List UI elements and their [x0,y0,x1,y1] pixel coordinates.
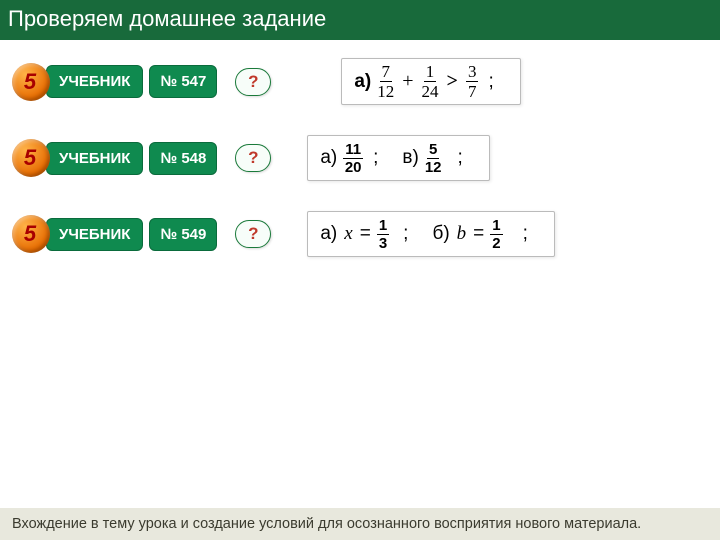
semicolon: ; [458,147,463,169]
task-number-chip: № 549 [149,218,217,251]
fraction: 124 [422,63,439,100]
hint-button[interactable]: ? [235,68,271,96]
semicolon: ; [488,71,493,93]
task-row: УЧЕБНИК № 549 ? а) x = 13 ; б) b = 12 ; [12,211,720,257]
fraction: 13 [377,218,389,251]
fraction: 712 [377,63,394,100]
task-row: УЧЕБНИК № 547 ? а) 712 + 124 > 37 ; [12,58,720,105]
textbook-chip: УЧЕБНИК [46,65,143,98]
part-label: б) [432,223,449,245]
part-label: а) [320,223,337,245]
textbook-chip: УЧЕБНИК [46,142,143,175]
footer-text: Вхождение в тему урока и создание услови… [0,508,720,540]
task-number-chip: № 547 [149,65,217,98]
task-row: УЧЕБНИК № 548 ? а) 1120 ; в) 512 ; [12,135,720,181]
compare-sign: > [447,70,458,93]
medal-icon [12,215,50,253]
fraction: 1120 [343,142,363,175]
semicolon: ; [373,147,378,169]
answer-box: а) x = 13 ; б) b = 12 ; [307,211,555,257]
medal-icon [12,63,50,101]
hint-button[interactable]: ? [235,144,271,172]
variable: x [344,223,352,245]
page-title: Проверяем домашнее задание [0,0,720,40]
variable: b [457,223,467,245]
semicolon: ; [403,223,408,245]
task-number-chip: № 548 [149,142,217,175]
part-label: в) [402,147,418,169]
textbook-chip: УЧЕБНИК [46,218,143,251]
hint-button[interactable]: ? [235,220,271,248]
part-label: а) [354,71,371,93]
fraction: 12 [490,218,502,251]
answer-box: а) 712 + 124 > 37 ; [341,58,520,105]
fraction: 512 [425,142,442,175]
answer-box: а) 1120 ; в) 512 ; [307,135,489,181]
plus-sign: + [402,70,413,93]
fraction: 37 [466,63,479,100]
equals-sign: = [360,223,371,245]
part-label: а) [320,147,337,169]
semicolon: ; [523,223,528,245]
equals-sign: = [473,223,484,245]
medal-icon [12,139,50,177]
